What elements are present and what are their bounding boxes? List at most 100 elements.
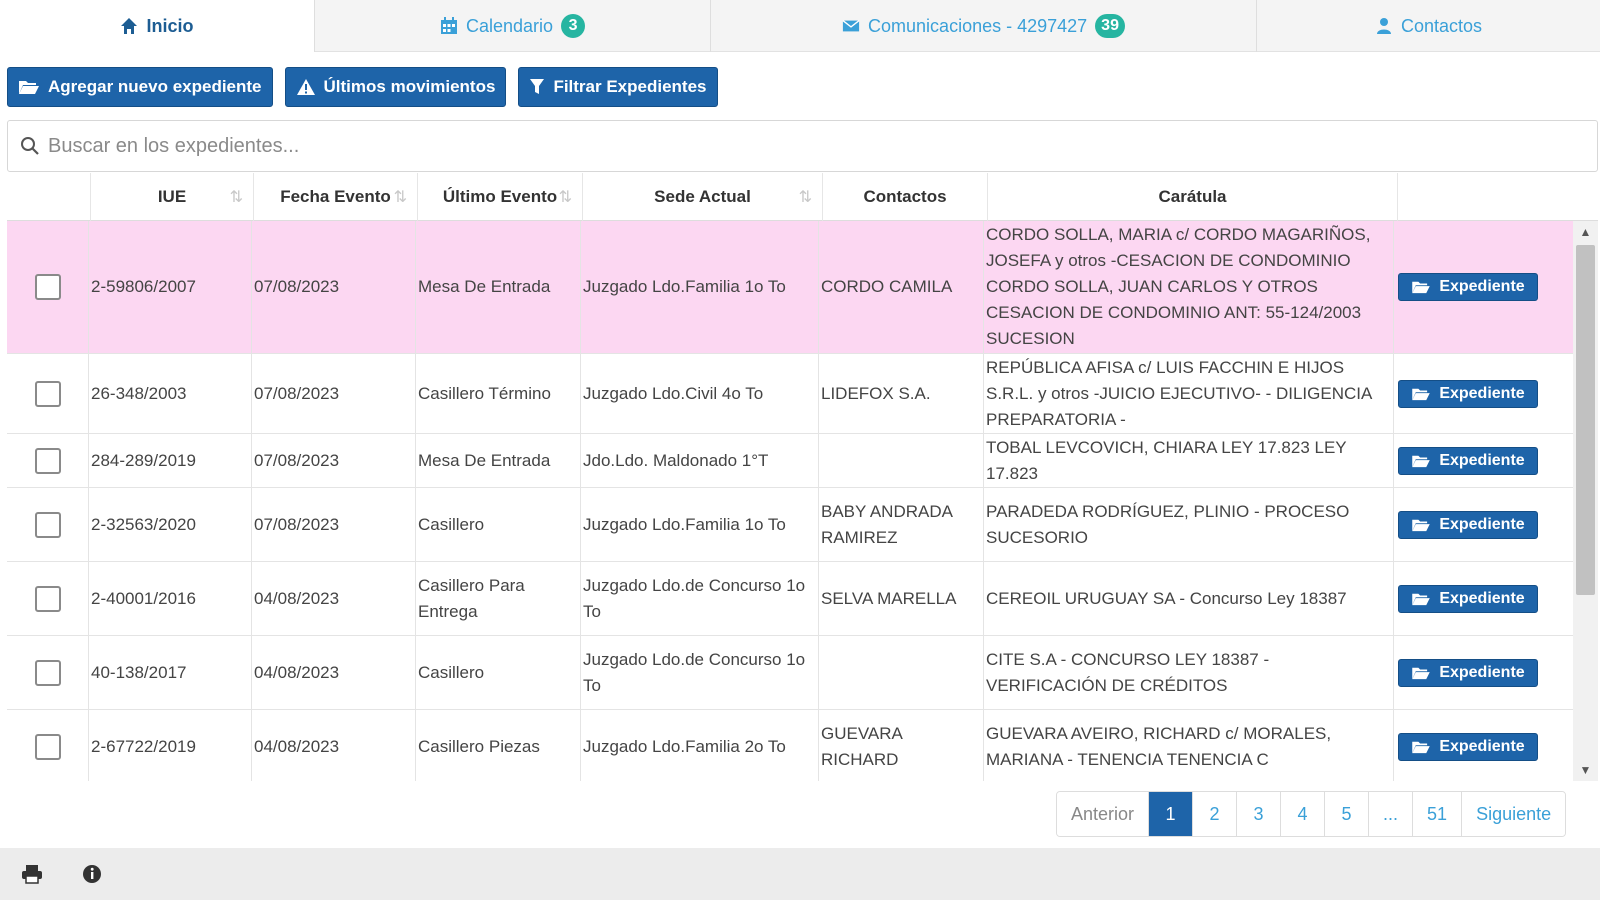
header-iue[interactable]: IUE ⇅ [91,173,254,221]
cell-sede: Juzgado Ldo.Familia 1o To [581,488,819,561]
sort-icon: ⇅ [393,189,407,206]
cell-iue: 26-348/2003 [89,354,252,433]
folder-open-icon [1412,667,1431,679]
pagination-page[interactable]: 1 [1149,792,1194,836]
row-checkbox[interactable] [34,380,61,407]
expedientes-table: 2-59806/2007 07/08/2023 Mesa De Entrada … [7,221,1573,781]
calendar-icon [440,17,458,35]
pagination-page[interactable]: 3 [1237,792,1282,836]
pagination-page[interactable]: 4 [1281,792,1326,836]
open-expediente-button[interactable]: Expediente [1398,273,1538,301]
header-contactos: Contactos [823,173,988,221]
pagination-next[interactable]: Siguiente [1462,792,1566,836]
scroll-up-icon[interactable]: ▲ [1573,221,1598,243]
table-row[interactable]: 26-348/2003 07/08/2023 Casillero Término… [7,354,1573,434]
main-tabs: Inicio Calendario 3 Comunicaciones - 429… [0,0,1600,52]
cell-fecha: 04/08/2023 [252,710,416,781]
open-expediente-button[interactable]: Expediente [1398,732,1538,761]
cell-fecha: 07/08/2023 [252,354,416,433]
row-checkbox[interactable] [34,511,61,538]
pagination-page[interactable]: 5 [1325,792,1370,836]
folder-open-icon [1412,741,1431,753]
cell-evento: Casillero [416,488,581,561]
folder-open-icon [19,81,39,94]
info-icon[interactable] [80,862,104,886]
open-expediente-button[interactable]: Expediente [1398,658,1538,687]
table-row[interactable]: 40-138/2017 04/08/2023 Casillero Juzgado… [7,636,1573,710]
cell-fecha: 07/08/2023 [252,221,416,353]
folder-open-icon [1412,519,1431,531]
tab-inicio[interactable]: Inicio [0,0,315,52]
table-row[interactable]: 2-32563/2020 07/08/2023 Casillero Juzgad… [7,488,1573,562]
header-fecha-evento[interactable]: Fecha Evento ⇅ [254,173,418,221]
open-expediente-button[interactable]: Expediente [1398,446,1538,475]
envelope-icon [842,17,860,35]
cell-contactos [819,434,984,487]
cell-caratula: CITE S.A - CONCURSO LEY 18387 - VERIFICA… [984,636,1394,709]
table-header: IUE ⇅ Fecha Evento ⇅ Último Evento ⇅ Sede A… [7,173,1598,221]
tab-comunicaciones[interactable]: Comunicaciones - 4297427 39 [711,0,1257,52]
folder-open-icon [1412,593,1431,605]
cell-evento: Casillero Piezas [416,710,581,781]
cell-contactos: CORDO CAMILA [819,221,984,353]
open-expediente-button[interactable]: Expediente [1398,584,1538,613]
cell-caratula: REPÚBLICA AFISA c/ LUIS FACCHIN E HIJOS … [984,354,1394,433]
header-ultimo-evento[interactable]: Último Evento ⇅ [418,173,583,221]
sort-icon: ⇅ [229,189,243,206]
toolbar: Agregar nuevo expediente Últimos movimie… [7,67,718,107]
footer-bar [0,848,1600,900]
tab-label: Calendario [465,15,554,36]
pagination-page[interactable]: 51 [1413,792,1463,836]
header-sede-actual[interactable]: Sede Actual ⇅ [583,173,823,221]
sort-icon: ⇅ [798,189,812,206]
table-row[interactable]: 2-67722/2019 04/08/2023 Casillero Piezas… [7,710,1573,781]
cell-sede: Jdo.Ldo. Maldonado 1°T [581,434,819,487]
cell-sede: Juzgado Ldo.Civil 4o To [581,354,819,433]
cell-caratula: TOBAL LEVCOVICH, CHIARA LEY 17.823 LEY 1… [984,434,1394,487]
open-expediente-button[interactable]: Expediente [1398,510,1538,539]
cell-caratula: CORDO SOLLA, MARIA c/ CORDO MAGARIÑOS, J… [984,221,1394,353]
pagination-prev[interactable]: Anterior [1057,792,1150,836]
cell-caratula: CEREOIL URUGUAY SA - Concurso Ley 18387 [984,562,1394,635]
filtrar-expedientes-button[interactable]: Filtrar Expedientes [518,67,718,107]
row-checkbox[interactable] [34,733,61,760]
pagination-ellipsis: ... [1369,792,1414,836]
print-icon[interactable] [20,862,44,886]
table-scrollbar[interactable]: ▲ ▼ [1573,221,1598,781]
table-row[interactable]: 284-289/2019 07/08/2023 Mesa De Entrada … [7,434,1573,488]
header-caratula: Carátula [988,173,1398,221]
add-expediente-button[interactable]: Agregar nuevo expediente [7,67,273,107]
cell-iue: 2-59806/2007 [89,221,252,353]
tab-label: Contactos [1400,15,1483,36]
tab-contactos[interactable]: Contactos [1257,0,1600,52]
cell-iue: 284-289/2019 [89,434,252,487]
table-row[interactable]: 2-40001/2016 04/08/2023 Casillero Para E… [7,562,1573,636]
cell-contactos [819,636,984,709]
scroll-down-icon[interactable]: ▼ [1573,759,1598,781]
folder-open-icon [1412,281,1431,294]
cell-evento: Casillero [416,636,581,709]
cell-sede: Juzgado Ldo.Familia 2o To [581,710,819,781]
cell-fecha: 07/08/2023 [252,488,416,561]
search-icon [21,137,39,155]
row-checkbox[interactable] [34,447,61,474]
scrollbar-thumb[interactable] [1576,245,1595,595]
pagination-page[interactable]: 2 [1193,792,1238,836]
folder-open-icon [1412,388,1431,400]
tab-calendario[interactable]: Calendario 3 [315,0,711,52]
cell-iue: 2-67722/2019 [89,710,252,781]
row-checkbox[interactable] [34,659,61,686]
filter-icon [530,79,545,94]
ultimos-movimientos-button[interactable]: Últimos movimientos [284,67,507,107]
row-checkbox[interactable] [34,585,61,612]
row-checkbox[interactable] [34,274,61,300]
table-row[interactable]: 2-59806/2007 07/08/2023 Mesa De Entrada … [7,221,1573,354]
tab-label: Comunicaciones - 4297427 [868,15,1088,36]
open-expediente-button[interactable]: Expediente [1398,379,1538,408]
tab-label: Inicio [146,15,194,36]
search-input[interactable] [48,134,1548,158]
pagination: Anterior 1 2 3 4 5 ... 51 Siguiente [1056,791,1567,837]
folder-open-icon [1412,455,1431,467]
user-icon [1375,17,1393,35]
add-expediente-label: Agregar nuevo expediente [48,77,262,96]
